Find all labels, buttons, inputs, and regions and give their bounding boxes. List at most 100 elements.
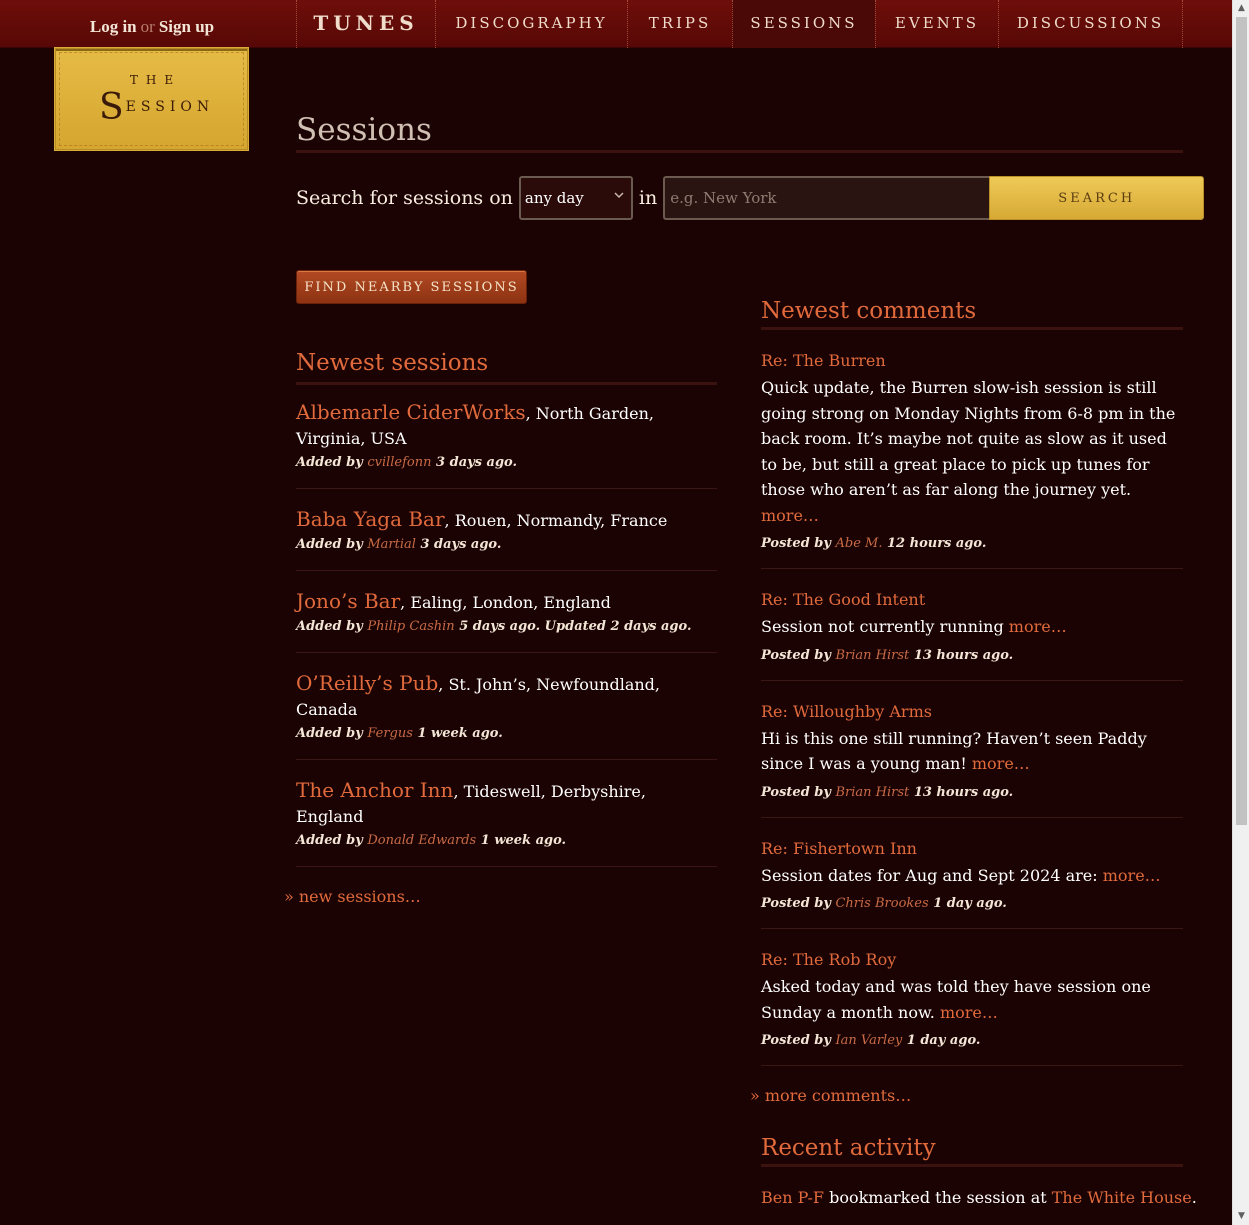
more-link[interactable]: more… xyxy=(972,754,1030,773)
comment-item: Re: The Good Intent Session not currentl… xyxy=(761,569,1183,680)
comment-body: Hi is this one still running? Haven’t se… xyxy=(761,728,1147,774)
scrollbar-thumb[interactable] xyxy=(1236,17,1247,825)
posted-when: 1 day ago. xyxy=(906,1033,981,1048)
comment-item: Re: The Burren Quick update, the Burren … xyxy=(761,330,1183,568)
divider xyxy=(296,866,717,867)
logo-rest: ESSION xyxy=(125,99,215,115)
more-link[interactable]: more… xyxy=(1009,617,1067,636)
nav-discography[interactable]: DISCOGRAPHY xyxy=(435,0,627,48)
posted-by-label: Posted by xyxy=(761,896,831,911)
auth-links: Log in or Sign up xyxy=(0,0,296,48)
added-when: 3 days ago. xyxy=(436,455,518,470)
user-link[interactable]: Chris Brookes xyxy=(835,896,928,911)
posted-by-label: Posted by xyxy=(761,647,831,663)
added-when: 1 week ago. xyxy=(480,833,567,848)
day-select[interactable]: any day xyxy=(518,176,633,220)
chevron-down-icon xyxy=(613,189,625,204)
new-sessions-link[interactable]: » new sessions… xyxy=(284,887,717,906)
comment-item: Re: Willoughby Arms Hi is this one still… xyxy=(761,681,1183,817)
session-place: , Rouen, Normandy, France xyxy=(444,511,668,530)
comment-title-link[interactable]: Re: The Burren xyxy=(761,351,886,370)
session-link[interactable]: Albemarle CiderWorks xyxy=(296,400,526,424)
scroll-up-icon[interactable]: ▲ xyxy=(1233,0,1249,17)
main-nav: TUNES DISCOGRAPHY TRIPS SESSIONS EVENTS … xyxy=(296,0,1183,48)
session-link[interactable]: O’Reilly’s Pub xyxy=(296,671,438,695)
newest-sessions-heading: Newest sessions xyxy=(296,350,489,376)
added-by-label: Added by xyxy=(296,726,363,741)
comment-title-link[interactable]: Re: The Rob Roy xyxy=(761,950,896,969)
or-text: or xyxy=(140,17,155,36)
signup-link[interactable]: Sign up xyxy=(159,17,214,37)
location-input[interactable]: e.g. New York xyxy=(663,176,990,220)
added-by-label: Added by xyxy=(296,537,363,552)
nav-trips[interactable]: TRIPS xyxy=(627,0,732,48)
session-place: , Ealing, London, England xyxy=(400,593,611,612)
posted-when: 1 day ago. xyxy=(933,896,1007,911)
session-link[interactable]: Baba Yaga Bar xyxy=(296,507,445,531)
user-link[interactable]: Donald Edwards xyxy=(367,833,476,848)
search-label: Search for sessions on xyxy=(296,187,513,209)
posted-by-label: Posted by xyxy=(761,784,831,800)
user-link[interactable]: Brian Hirst xyxy=(835,648,909,663)
title-divider xyxy=(296,150,1183,153)
more-link[interactable]: more… xyxy=(1103,866,1161,885)
nav-discussions[interactable]: DISCUSSIONS xyxy=(998,0,1183,48)
nav-sessions[interactable]: SESSIONS xyxy=(732,0,875,48)
session-item: Albemarle CiderWorks, North Garden, Virg… xyxy=(296,385,717,488)
activity-user-link[interactable]: Ben P-F xyxy=(761,1188,824,1207)
user-link[interactable]: Abe M. xyxy=(835,536,882,551)
site-logo[interactable]: THE S ESSION xyxy=(55,48,248,150)
scroll-down-icon[interactable]: ▼ xyxy=(1233,1208,1249,1225)
logo-session: S ESSION xyxy=(99,87,214,128)
recent-activity-heading: Recent activity xyxy=(761,1135,936,1161)
newest-comments-heading: Newest comments xyxy=(761,298,977,324)
comment-body: Quick update, the Burren slow-ish sessio… xyxy=(761,378,1176,499)
more-link[interactable]: more… xyxy=(761,506,819,525)
user-link[interactable]: Fergus xyxy=(367,726,413,741)
comment-title-link[interactable]: Re: Willoughby Arms xyxy=(761,702,932,721)
page-title: Sessions xyxy=(296,112,432,148)
recent-activity: Recent activity xyxy=(761,1135,1183,1167)
comment-title-link[interactable]: Re: Fishertown Inn xyxy=(761,839,917,858)
session-item: O’Reilly’s Pub, St. John’s, Newfoundland… xyxy=(296,653,717,759)
comment-item: Re: Fishertown Inn Session dates for Aug… xyxy=(761,818,1183,929)
user-link[interactable]: Ian Varley xyxy=(835,1033,902,1048)
comment-body: Session not currently running xyxy=(761,617,1004,636)
newest-comments: Newest comments Re: The Burren Quick upd… xyxy=(750,298,1183,1105)
more-comments-link[interactable]: » more comments… xyxy=(750,1086,1183,1105)
comment-item: Re: The Rob Roy Asked today and was told… xyxy=(761,929,1183,1065)
posted-when: 13 hours ago. xyxy=(913,784,1014,800)
session-link[interactable]: Jono’s Bar xyxy=(296,589,400,613)
more-link[interactable]: more… xyxy=(940,1003,998,1022)
activity-target-link[interactable]: The White House xyxy=(1052,1188,1192,1207)
added-by-label: Added by xyxy=(296,619,363,634)
added-by-label: Added by xyxy=(296,833,363,848)
user-link[interactable]: Brian Hirst xyxy=(835,785,909,800)
scrollbar[interactable]: ▲ ▼ xyxy=(1232,0,1249,1225)
comment-body: Session dates for Aug and Sept 2024 are: xyxy=(761,865,1098,885)
heading-divider xyxy=(761,1164,1183,1167)
user-link[interactable]: Philip Cashin xyxy=(367,619,454,634)
posted-when: 12 hours ago. xyxy=(887,536,987,551)
added-when: 5 days ago. Updated 2 days ago. xyxy=(459,619,692,634)
added-by-label: Added by xyxy=(296,455,363,470)
login-link[interactable]: Log in xyxy=(90,17,137,37)
posted-when: 13 hours ago. xyxy=(913,647,1014,663)
comment-title-link[interactable]: Re: The Good Intent xyxy=(761,590,925,609)
session-item: Baba Yaga Bar, Rouen, Normandy, France A… xyxy=(296,489,717,570)
nav-events[interactable]: EVENTS xyxy=(875,0,998,48)
activity-end: . xyxy=(1191,1188,1197,1207)
nav-tunes[interactable]: TUNES xyxy=(296,0,435,48)
search-button[interactable]: SEARCH xyxy=(989,176,1205,220)
find-nearby-button[interactable]: FIND NEARBY SESSIONS xyxy=(296,270,527,304)
session-item: Jono’s Bar, Ealing, London, England Adde… xyxy=(296,571,717,652)
user-link[interactable]: cvillefonn xyxy=(367,455,431,470)
session-link[interactable]: The Anchor Inn xyxy=(296,778,453,802)
activity-item: Ben P-F bookmarked the session at The Wh… xyxy=(761,1188,1197,1207)
top-bar: Log in or Sign up TUNES DISCOGRAPHY TRIP… xyxy=(0,0,1232,48)
added-when: 1 week ago. xyxy=(417,726,503,741)
newest-sessions: Newest sessions Albemarle CiderWorks, No… xyxy=(284,350,717,906)
user-link[interactable]: Martial xyxy=(367,537,416,552)
divider xyxy=(761,1065,1183,1066)
in-label: in xyxy=(638,187,658,209)
